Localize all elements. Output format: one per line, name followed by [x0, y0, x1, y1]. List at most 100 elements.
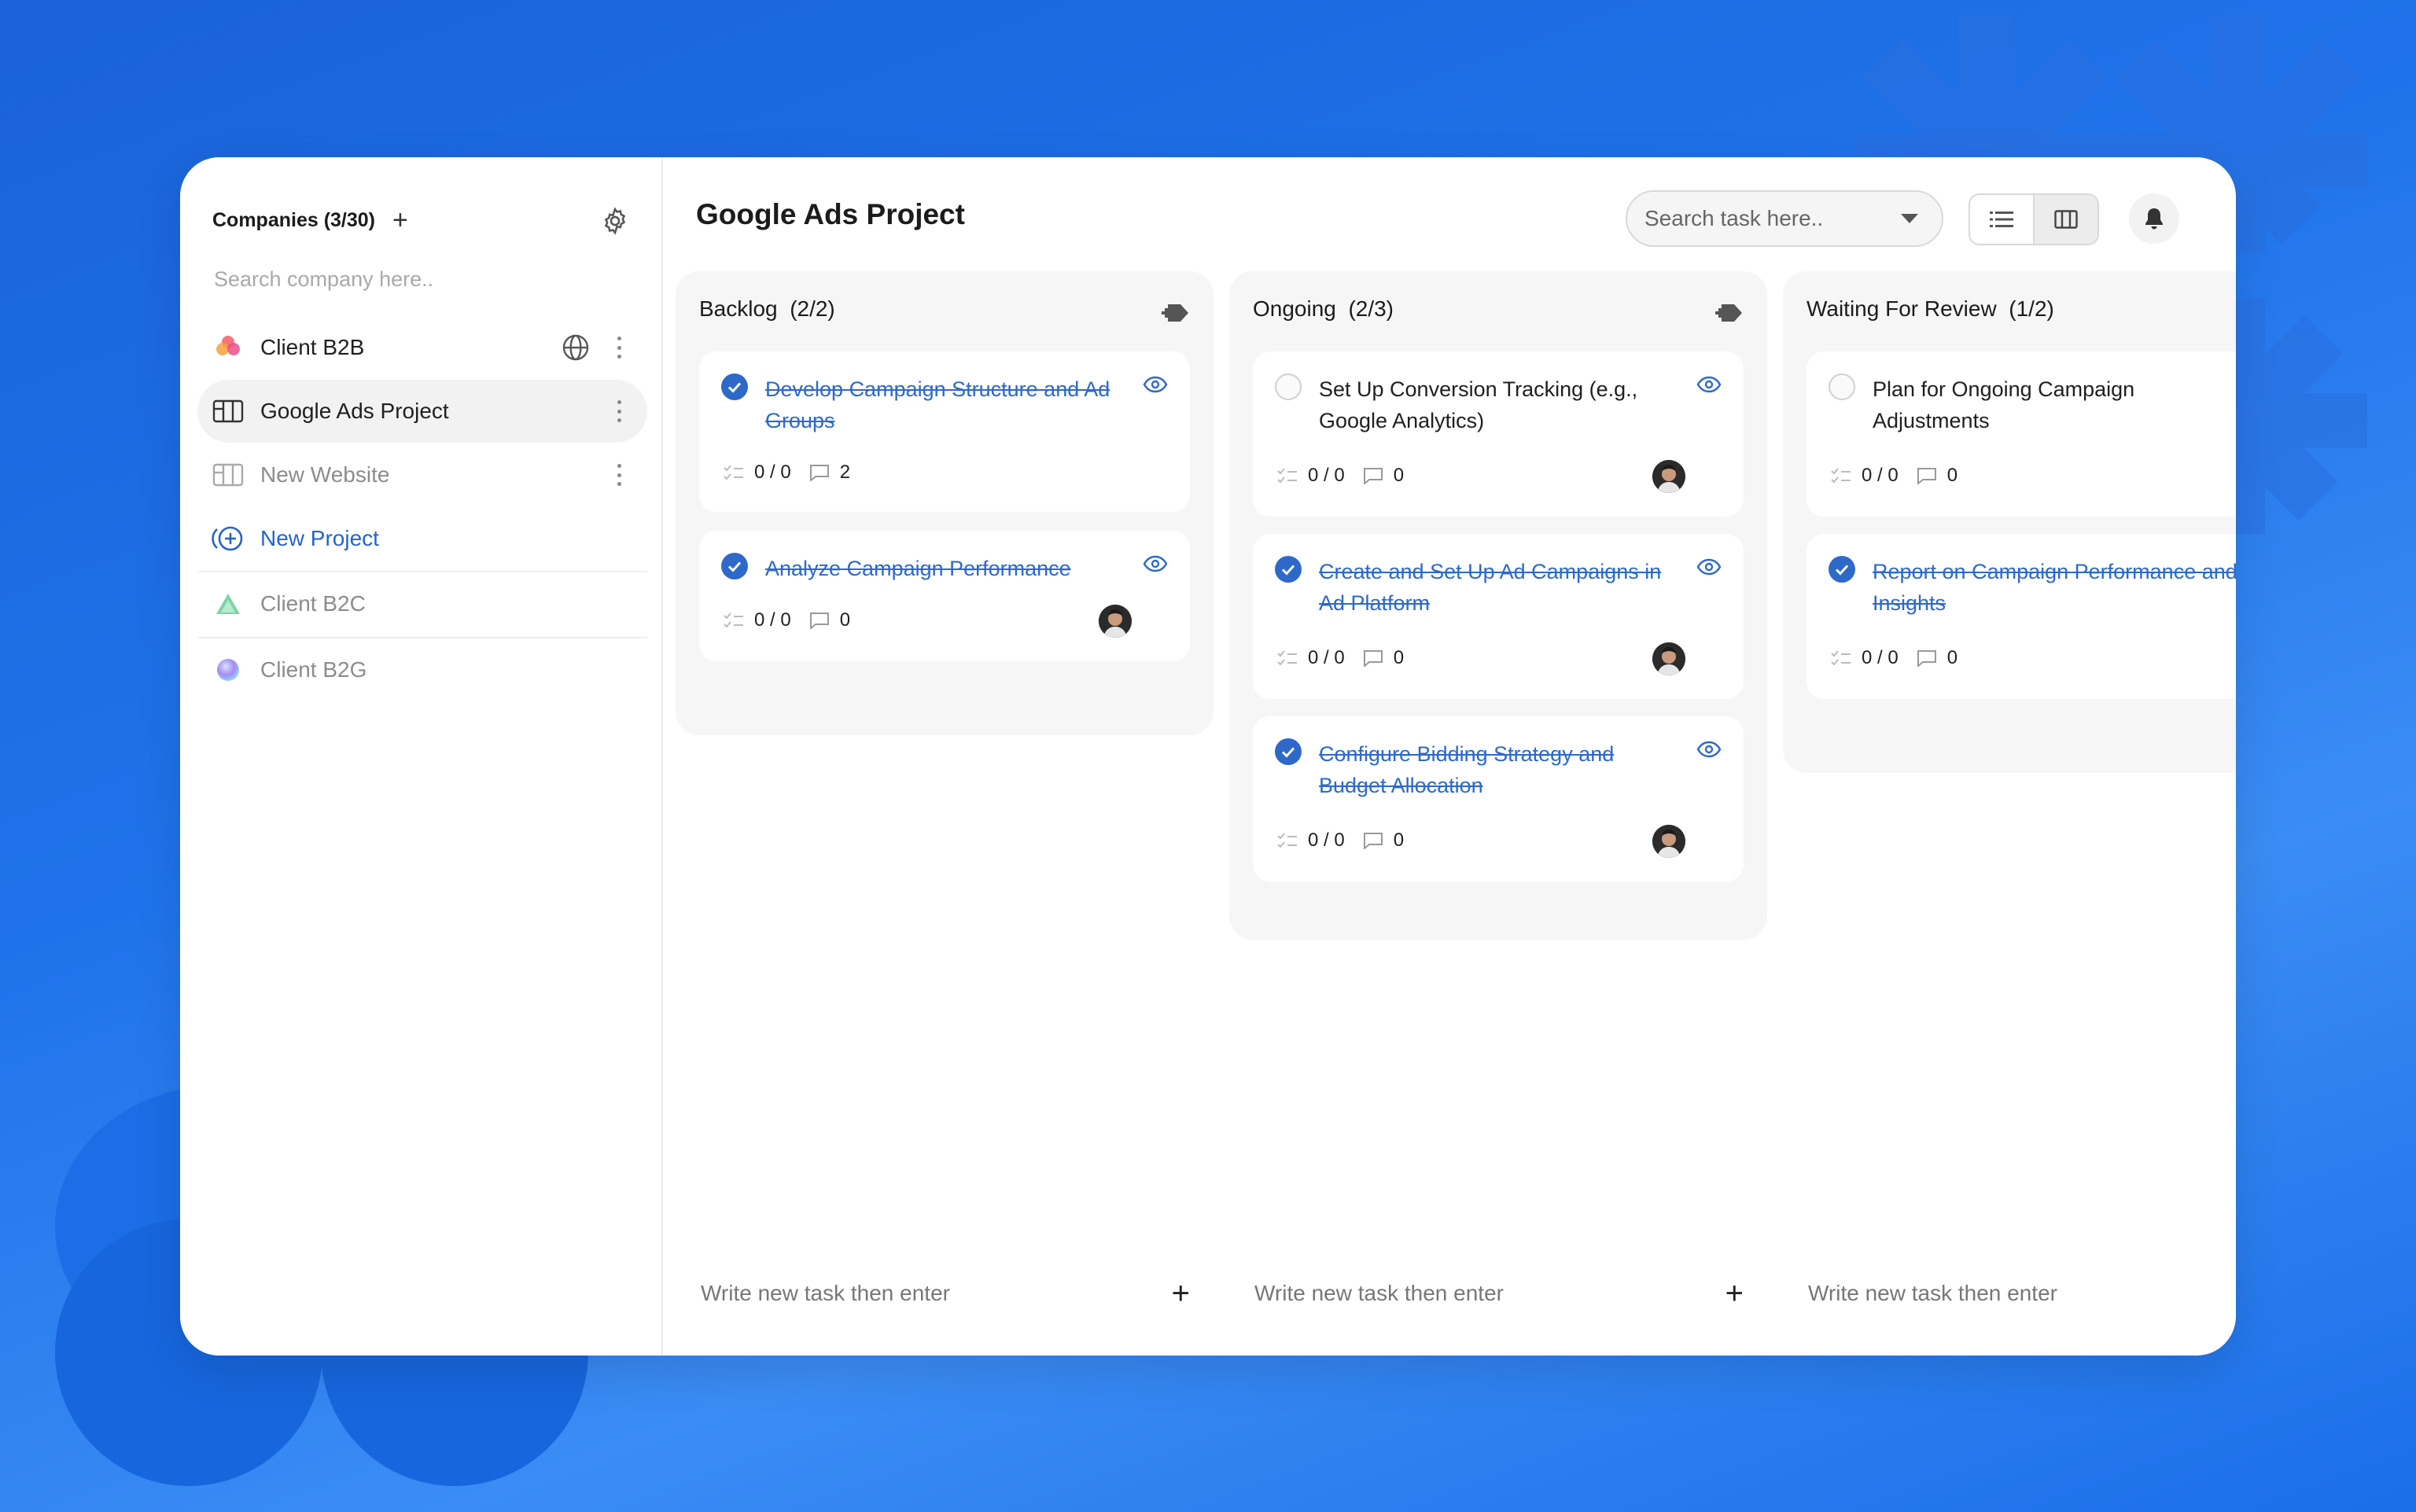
column-header: Ongoing (2/3): [1253, 296, 1394, 322]
sidebar-item-new-website[interactable]: New Website: [197, 443, 647, 506]
new-project-button[interactable]: New Project: [197, 507, 647, 570]
add-label-icon[interactable]: [1162, 300, 1190, 326]
board-icon: [212, 395, 245, 428]
check-icon: [1281, 565, 1295, 576]
task-meta: 0 / 0 0: [1830, 465, 1957, 487]
board-view-icon: [2054, 210, 2078, 229]
task-meta: 0 / 0 0: [723, 609, 850, 631]
avatar[interactable]: [1652, 460, 1685, 493]
sidebar-header: Companies (3/30) +: [212, 203, 630, 237]
subtask-count: 0 / 0: [754, 462, 791, 483]
task-search-input[interactable]: [1643, 205, 1898, 232]
comment-count: 0: [1393, 830, 1405, 851]
avatar[interactable]: [1099, 605, 1132, 638]
project-title: Google Ads Project: [696, 198, 965, 230]
column-count: (1/2): [2009, 296, 2054, 321]
subtask-checklist-icon: [1277, 833, 1297, 848]
subtask-count: 0 / 0: [1308, 465, 1345, 486]
column-title: Backlog: [699, 296, 778, 321]
avatar[interactable]: [1652, 642, 1685, 675]
plus-icon[interactable]: +: [392, 207, 408, 234]
task-card[interactable]: Configure Bidding Strategy and Budget Al…: [1253, 716, 1744, 881]
chevron-down-icon[interactable]: [1901, 214, 1918, 223]
eye-icon[interactable]: [1143, 554, 1168, 573]
sidebar-item-label: New Website: [260, 462, 390, 487]
task-title: Develop Campaign Structure and Ad Groups: [765, 377, 1110, 432]
eye-icon[interactable]: [1696, 740, 1722, 759]
gear-icon[interactable]: [600, 206, 630, 236]
sidebar-item-label: Google Ads Project: [260, 399, 449, 423]
sidebar-item-client-b2c[interactable]: Client B2C: [197, 572, 647, 635]
task-checkbox[interactable]: [721, 553, 748, 579]
subtask-checklist-icon: [1277, 650, 1297, 666]
globe-icon[interactable]: [561, 333, 591, 362]
comment-count: 0: [839, 609, 851, 631]
triangle-logo-icon: [212, 587, 245, 620]
sidebar-item-client-b2g[interactable]: Client B2G: [197, 638, 647, 701]
new-task-row: +: [699, 1270, 1190, 1317]
task-checkbox[interactable]: [1275, 738, 1302, 765]
eye-icon[interactable]: [1696, 557, 1722, 576]
board-view-button[interactable]: [2033, 195, 2097, 244]
more-options-icon[interactable]: [613, 333, 625, 362]
task-card[interactable]: Plan for Ongoing Campaign Adjustments 0 …: [1806, 351, 2236, 517]
task-checkbox[interactable]: [1275, 556, 1302, 583]
column-header: Waiting For Review (1/2): [1806, 296, 2054, 322]
sidebar-item-label: New Project: [260, 526, 379, 550]
more-options-icon[interactable]: [613, 461, 625, 489]
add-task-plus-icon[interactable]: +: [1725, 1278, 1744, 1309]
sidebar-item-google-ads-project[interactable]: Google Ads Project: [197, 380, 647, 443]
add-task-plus-icon[interactable]: +: [1172, 1278, 1190, 1309]
subtask-checklist-icon: [1277, 468, 1297, 484]
task-meta: 0 / 0 0: [1276, 647, 1404, 669]
column-waiting-for-review: Waiting For Review (1/2) Plan for Ongoin…: [1783, 271, 2236, 1307]
task-meta: 0 / 0 2: [723, 462, 850, 484]
comment-icon: [809, 465, 829, 481]
add-label-icon[interactable]: [1715, 300, 1744, 326]
add-circle-icon: [212, 522, 245, 555]
list-view-button[interactable]: [1970, 195, 2033, 244]
new-task-row: +: [1253, 1270, 1744, 1317]
task-card[interactable]: Report on Campaign Performance and Insig…: [1806, 534, 2236, 699]
task-meta: 0 / 0 0: [1276, 465, 1404, 487]
new-task-input[interactable]: [1806, 1280, 2203, 1307]
subtask-count: 0 / 0: [1308, 647, 1345, 668]
flower-logo-icon: [212, 331, 245, 364]
view-toggle: [1969, 193, 2099, 245]
task-checkbox[interactable]: [1275, 373, 1302, 400]
more-options-icon[interactable]: [613, 397, 625, 425]
comment-icon: [1363, 833, 1383, 849]
task-card[interactable]: Analyze Campaign Performance 0 / 0 0: [699, 531, 1190, 661]
column-count: (2/3): [1348, 296, 1394, 321]
comment-icon: [1363, 650, 1383, 667]
task-checkbox[interactable]: [1829, 373, 1855, 400]
avatar[interactable]: [1652, 825, 1685, 858]
list-view-icon: [1990, 212, 2013, 227]
comment-count: 2: [839, 462, 851, 483]
sidebar-item-label: Client B2G: [260, 657, 367, 682]
task-card[interactable]: Develop Campaign Structure and Ad Groups…: [699, 351, 1190, 512]
sidebar-item-client-b2b[interactable]: Client B2B: [197, 316, 647, 379]
check-icon: [1281, 747, 1295, 758]
task-checkbox[interactable]: [1829, 556, 1855, 583]
task-title: Set Up Conversion Tracking (e.g., Google…: [1319, 377, 1638, 432]
task-card[interactable]: Set Up Conversion Tracking (e.g., Google…: [1253, 351, 1744, 517]
comment-icon: [1917, 650, 1936, 667]
task-title: Create and Set Up Ad Campaigns in Ad Pla…: [1319, 560, 1662, 615]
notifications-button[interactable]: [2129, 193, 2179, 244]
new-task-input[interactable]: [1253, 1280, 1649, 1307]
eye-icon[interactable]: [1143, 375, 1168, 394]
bell-icon: [2145, 208, 2163, 230]
company-search-input[interactable]: [212, 263, 624, 296]
main-area: Google Ads Project Search task here.. Ba…: [661, 157, 2236, 1356]
task-title: Report on Campaign Performance and Insig…: [1873, 560, 2236, 615]
task-card[interactable]: Create and Set Up Ad Campaigns in Ad Pla…: [1253, 534, 1744, 699]
task-checkbox[interactable]: [721, 373, 748, 400]
subtask-checklist-icon: [1831, 468, 1851, 484]
task-search[interactable]: [1626, 190, 1943, 247]
sidebar-item-label: Client B2B: [260, 335, 365, 359]
comment-icon: [1363, 468, 1383, 484]
eye-icon[interactable]: [1696, 375, 1722, 394]
new-task-input[interactable]: [699, 1280, 1096, 1307]
comment-count: 0: [1393, 647, 1405, 668]
